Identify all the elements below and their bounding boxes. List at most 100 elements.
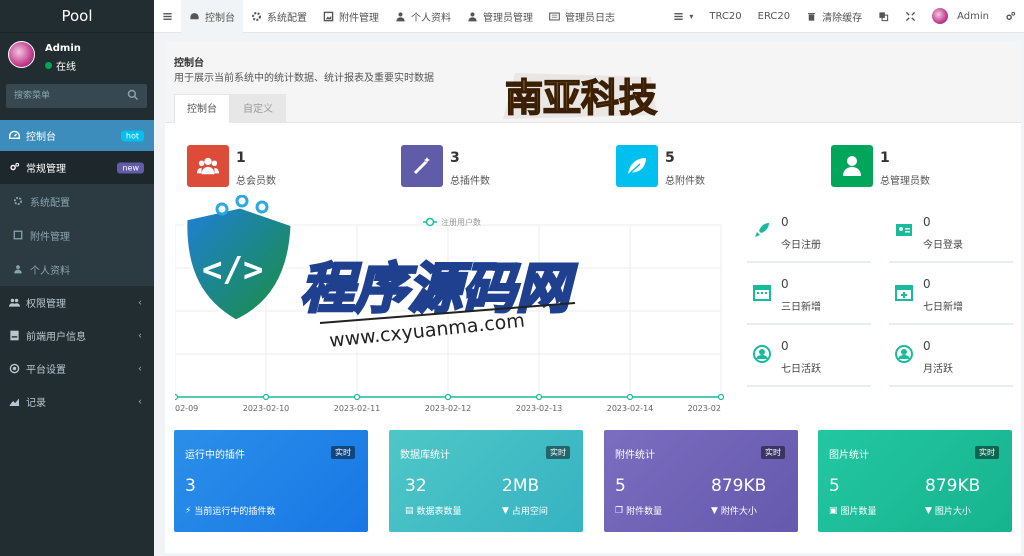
mini-stat-month-active: 0 月活跃: [889, 339, 1013, 387]
card-title: 数据库统计: [400, 450, 450, 461]
users-icon: [187, 145, 229, 187]
user-menu[interactable]: Admin: [924, 0, 997, 33]
vcard-icon: [896, 224, 912, 236]
tab-admin-manage[interactable]: 管理员管理: [459, 0, 541, 33]
translate-button[interactable]: [870, 0, 897, 33]
sidebar: Pool Admin 在线 控制台 hot 常规管理 new 系统配置 附件管理: [0, 0, 154, 556]
search-icon[interactable]: [127, 89, 139, 101]
card-title: 附件统计: [615, 450, 655, 461]
sidebar-toggle-button[interactable]: [154, 0, 181, 33]
database-icon: ▤: [405, 505, 414, 516]
mini-stat-value: 0: [923, 277, 931, 291]
card-sub-label: 当前运行中的插件数: [194, 507, 276, 517]
tab-attachment[interactable]: 附件管理: [315, 0, 387, 33]
card-sub-label: 占用空间: [511, 507, 548, 517]
chevron-left-icon: ‹: [138, 363, 142, 374]
chevron-left-icon: ‹: [138, 297, 142, 308]
card-sub: ▼ 占用空间: [502, 504, 548, 518]
sidebar-item-records[interactable]: 记录 ‹: [0, 385, 154, 418]
sidebar-item-permissions[interactable]: 权限管理 ‹: [0, 286, 154, 319]
tab-dashboard[interactable]: 控制台: [181, 0, 243, 33]
search-input[interactable]: [6, 84, 121, 108]
tab-config[interactable]: 系统配置: [243, 0, 315, 33]
avatar: [932, 8, 949, 24]
file-image-icon: [12, 229, 24, 241]
stat-value: 1: [880, 150, 890, 166]
card-database: 数据库统计 实时 32 ▤ 数据表数量 2MB ▼ 占用空间: [389, 430, 583, 532]
sidebar-search: [6, 84, 147, 108]
mini-stat-label: 七日活跃: [781, 364, 821, 375]
mini-stat-value: 0: [923, 215, 931, 229]
svg-text:南亚科技: 南亚科技: [505, 75, 657, 120]
user-name: Admin: [45, 43, 81, 54]
tab-label: 管理员日志: [565, 12, 615, 24]
chevron-left-icon: ‹: [138, 396, 142, 407]
user-circle-icon: [895, 345, 913, 363]
file-image-icon: [323, 11, 334, 21]
files-icon: ❐: [615, 505, 624, 516]
sidebar-item-dashboard[interactable]: 控制台 hot: [0, 120, 154, 151]
chart-tick-label: 2023-02-11: [334, 404, 381, 413]
sidebar-item-general[interactable]: 常规管理 new: [0, 151, 154, 184]
card-title: 运行中的插件: [185, 450, 245, 461]
cogs-icon: [1006, 11, 1016, 20]
calendar-plus-icon: [895, 285, 913, 301]
image-icon: ▣: [829, 505, 838, 516]
user-icon: [468, 11, 477, 21]
sidebar-item-frontend-users[interactable]: 前端用户信息 ‹: [0, 319, 154, 352]
user-status: 在线: [45, 58, 76, 73]
card-value: 3: [185, 476, 196, 496]
tab-admin-log[interactable]: 管理员日志: [541, 0, 623, 33]
tab-profile[interactable]: 个人资料: [387, 0, 459, 33]
sidebar-item-label: 平台设置: [26, 365, 66, 376]
tabs-dropdown-button[interactable]: ▾: [665, 0, 701, 33]
settings-button[interactable]: [997, 0, 1024, 33]
sidebar-item-config[interactable]: 系统配置: [0, 184, 154, 218]
tab-custom-panel[interactable]: 自定义: [230, 94, 286, 123]
sidebar-item-platform[interactable]: 平台设置 ‹: [0, 352, 154, 385]
stat-value: 5: [665, 150, 675, 166]
chart-point: [262, 393, 270, 401]
menu-icon: [163, 12, 172, 20]
clear-cache-button[interactable]: 清除缓存: [798, 0, 870, 33]
stat-value: 1: [236, 150, 246, 166]
stat-admins: 1 总管理员数: [831, 145, 930, 187]
stat-label: 总会员数: [236, 176, 276, 187]
mini-stat-value: 0: [781, 339, 789, 353]
sidebar-item-attachment[interactable]: 附件管理: [0, 218, 154, 252]
online-dot-icon: [45, 62, 52, 69]
card-sub: ▼ 附件大小: [711, 504, 757, 518]
filter-icon: ▼: [502, 505, 509, 516]
avatar: [8, 41, 35, 68]
trc20-link[interactable]: TRC20: [701, 0, 749, 33]
sidebar-item-profile[interactable]: 个人资料: [0, 252, 154, 286]
chart-point: [626, 393, 634, 401]
calendar-icon: [753, 285, 771, 301]
filter-icon: ▼: [925, 505, 932, 516]
sidebar-item-label: 常规管理: [26, 164, 66, 175]
tab-dashboard-panel[interactable]: 控制台: [174, 94, 230, 123]
card-value: 32: [405, 476, 427, 496]
app-logo[interactable]: Pool: [0, 0, 154, 33]
gear-icon: [252, 11, 261, 21]
tab-label: 管理员管理: [483, 12, 533, 24]
mini-stat-seven-day: 0 七日新增: [889, 277, 1013, 325]
stats-row: 1 总会员数 3 总插件数 5 总附件数 1 总管理员数: [165, 145, 1021, 195]
expand-icon: [906, 11, 916, 21]
mini-stat-label: 月活跃: [923, 364, 953, 375]
realtime-badge: 实时: [331, 446, 355, 459]
sidebar-menu: 控制台 hot 常规管理 new 系统配置 附件管理 个人资料 权限管理 ‹ 前…: [0, 120, 154, 418]
list-icon: [549, 12, 560, 20]
sidebar-item-label: 控制台: [26, 132, 56, 143]
chevron-left-icon: ‹: [138, 330, 142, 341]
tab-label: 个人资料: [411, 12, 451, 24]
user-status-text: 在线: [56, 62, 76, 73]
card-sub: ⚡ 当前运行中的插件数: [185, 504, 276, 518]
user-menu-name: Admin: [957, 10, 989, 22]
erc20-link[interactable]: ERC20: [750, 0, 798, 33]
fullscreen-button[interactable]: [897, 0, 924, 33]
magic-icon: [401, 145, 443, 187]
filter-icon: ▼: [711, 505, 718, 516]
tab-label: 附件管理: [339, 12, 379, 24]
trc20-label: TRC20: [709, 10, 742, 22]
